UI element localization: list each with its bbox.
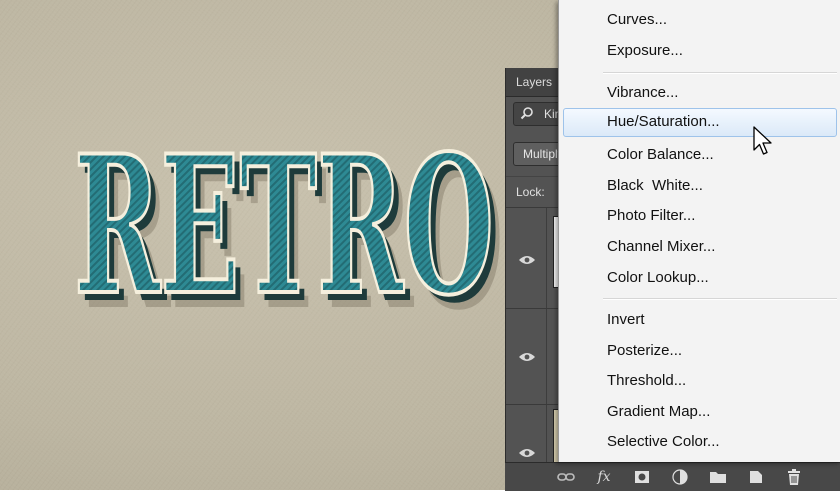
menu-item-gradient-map[interactable]: Gradient Map... [563,398,837,424]
menu-item-label: Vibrance... [607,84,679,101]
menu-item-vibrance[interactable]: Vibrance... [563,79,837,105]
new-layer-icon[interactable] [747,468,765,486]
folder-icon[interactable] [709,468,727,486]
menu-item-threshold[interactable]: Threshold... [563,367,837,393]
menu-item-selective-color[interactable]: Selective Color... [563,428,837,454]
menu-item-label: Curves... [607,11,668,28]
layer-divider [546,208,547,308]
menu-item-photo-filter[interactable]: Photo Filter... [563,202,837,228]
menu-item-invert[interactable]: Invert [563,306,837,332]
menu-item-exposure[interactable]: Exposure... [563,37,837,63]
menu-item-color-lookup[interactable]: Color Lookup... [563,264,837,290]
menu-item-label: Gradient Map... [607,403,711,420]
menu-item-hue-saturation[interactable]: Hue/Saturation... [563,108,837,137]
menu-item-channel-mixer[interactable]: Channel Mixer... [563,233,837,259]
menu-item-label: Exposure... [607,42,683,59]
menu-item-curves[interactable]: Curves... [563,6,837,32]
menu-item-label: Black White... [607,177,703,194]
lock-label: Lock: [516,185,545,199]
menu-item-label: Posterize... [607,342,683,359]
adjustment-layer-menu: Curves... Exposure... Vibrance... Hue/Sa… [558,0,840,462]
menu-item-label: Channel Mixer... [607,238,716,255]
eye-icon[interactable] [518,351,536,363]
menu-item-label: Color Balance... [607,146,714,163]
menu-item-posterize[interactable]: Posterize... [563,337,837,363]
retro-artwork: RETRO RETRO RETRO [72,132,504,332]
menu-item-label: Threshold... [607,372,687,389]
menu-separator [603,298,837,300]
menu-item-label: Hue/Saturation... [607,113,720,130]
link-icon[interactable] [557,468,575,486]
menu-item-label: Selective Color... [607,433,720,450]
menu-item-color-balance[interactable]: Color Balance... [563,141,837,167]
menu-item-label: Invert [607,311,645,328]
trash-icon[interactable] [785,468,803,486]
layers-tab-label: Layers [516,75,553,89]
menu-item-label: Photo Filter... [607,207,696,224]
menu-item-black-white[interactable]: Black White... [563,172,837,198]
eye-icon[interactable] [518,254,536,266]
artwork-face: RETRO [72,132,496,332]
search-icon [520,107,533,120]
menu-separator [603,72,837,74]
fx-icon[interactable]: fx [595,468,613,486]
layer-divider [546,309,547,404]
adjustment-icon[interactable] [671,468,689,486]
svg-text:RETRO: RETRO [74,132,494,332]
mask-icon[interactable] [633,468,651,486]
mouse-cursor-icon [753,126,772,155]
layer-divider [546,405,547,465]
layers-bottom-bar: fx [505,462,840,491]
eye-icon[interactable] [518,447,536,459]
menu-item-label: Color Lookup... [607,269,709,286]
